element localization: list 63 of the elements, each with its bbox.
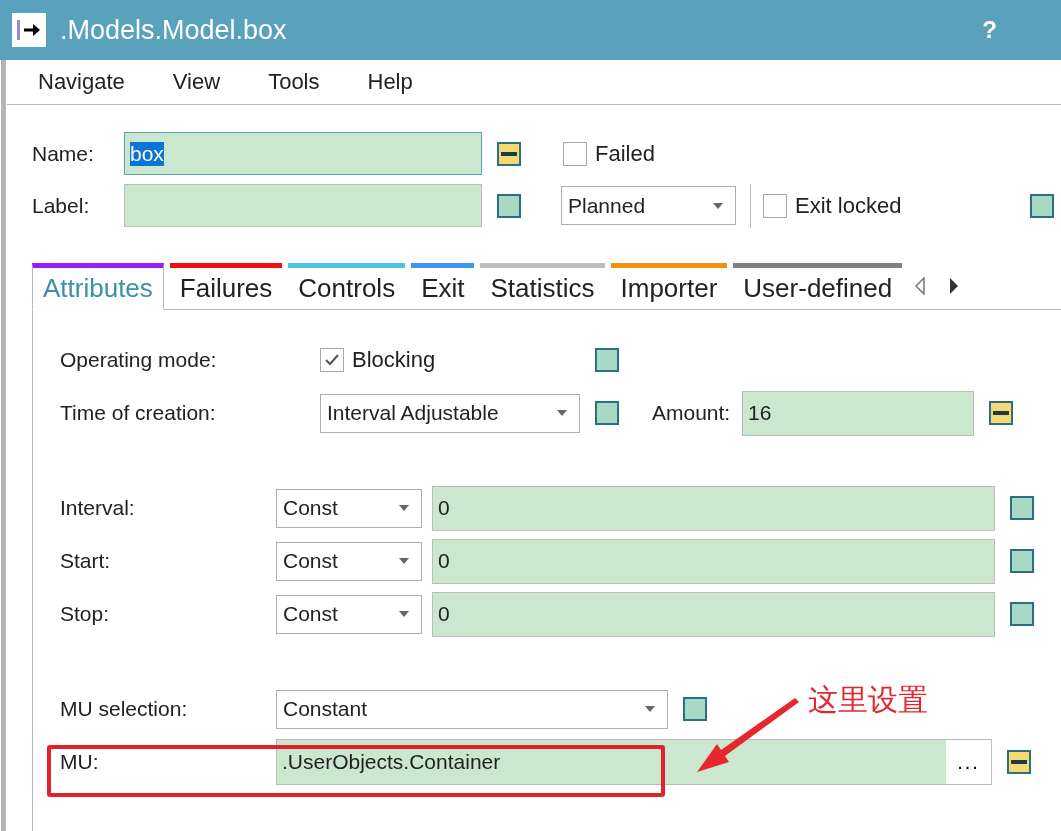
inherit-toggle[interactable] <box>1010 496 1034 520</box>
dropdown[interactable]: Const <box>276 488 422 528</box>
name-field[interactable]: box <box>124 132 482 175</box>
dropdown[interactable]: Interval Adjustable <box>320 393 580 433</box>
field-label: Start: <box>60 549 112 573</box>
annotation-text: 这里设置 <box>808 681 928 719</box>
field-value: box <box>130 141 164 166</box>
inherit-toggle[interactable] <box>1010 549 1034 573</box>
label-field[interactable] <box>124 184 482 227</box>
menu-item[interactable]: Help <box>367 69 413 95</box>
tab[interactable]: Attributes <box>32 263 164 310</box>
inherit-toggle[interactable] <box>595 348 619 372</box>
field-label: Stop: <box>60 602 111 626</box>
dropdown[interactable]: Planned <box>561 186 736 225</box>
scroll-right-icon <box>948 277 961 295</box>
field-label: Amount: <box>652 401 732 425</box>
tab[interactable]: Importer <box>610 263 728 310</box>
checkbox[interactable] <box>320 348 344 372</box>
field-label: MU selection: <box>60 697 189 721</box>
field-label: Interval: <box>60 496 136 520</box>
tab[interactable]: Controls <box>288 263 406 310</box>
checkbox-label: Blocking <box>352 347 436 373</box>
caret-icon <box>399 505 409 511</box>
value-field[interactable]: 0 <box>432 485 995 531</box>
caret-icon <box>713 202 723 209</box>
caret-icon <box>399 611 409 617</box>
app-icon <box>12 13 46 47</box>
field-label: Time of creation: <box>60 401 217 425</box>
window-title: .Models.Model.box <box>60 14 287 46</box>
menu-item[interactable]: Tools <box>268 69 320 95</box>
dropdown[interactable]: Const <box>276 541 422 581</box>
checkbox[interactable] <box>763 193 787 218</box>
checkbox-label: Exit locked <box>795 192 902 219</box>
tab[interactable]: User-defined <box>733 263 903 310</box>
tab[interactable]: Statistics <box>480 263 605 310</box>
caret-icon <box>399 558 409 564</box>
menu-item[interactable]: View <box>172 69 221 95</box>
inherit-toggle[interactable] <box>1010 602 1034 626</box>
checkmark-icon <box>324 352 340 368</box>
inherit-toggle[interactable] <box>1030 193 1055 218</box>
field-label: Name: <box>32 141 95 166</box>
inherit-toggle[interactable] <box>683 697 707 721</box>
field-label: MU: <box>60 750 100 774</box>
override-toggle[interactable] <box>989 401 1013 425</box>
checkbox[interactable] <box>563 141 587 166</box>
caret-icon <box>645 706 655 712</box>
value-field[interactable]: 0 <box>432 591 995 637</box>
dropdown[interactable]: Const <box>276 594 422 634</box>
value-field[interactable]: 0 <box>432 538 995 584</box>
scroll-left-icon <box>914 277 927 295</box>
caret-icon <box>557 410 567 416</box>
checkbox-label: Failed <box>595 140 655 167</box>
field-label: Label: <box>32 193 91 218</box>
tab[interactable]: Failures <box>169 263 283 310</box>
inherit-toggle[interactable] <box>497 193 521 218</box>
override-toggle[interactable] <box>497 141 521 166</box>
tab[interactable]: Exit <box>411 263 475 310</box>
field-label: Operating mode: <box>60 348 218 372</box>
override-toggle[interactable] <box>1007 750 1031 774</box>
menu-item[interactable]: Navigate <box>38 69 125 95</box>
amount-field[interactable]: 16 <box>742 390 974 436</box>
dropdown[interactable]: Constant <box>276 689 668 729</box>
inherit-toggle[interactable] <box>595 401 619 425</box>
